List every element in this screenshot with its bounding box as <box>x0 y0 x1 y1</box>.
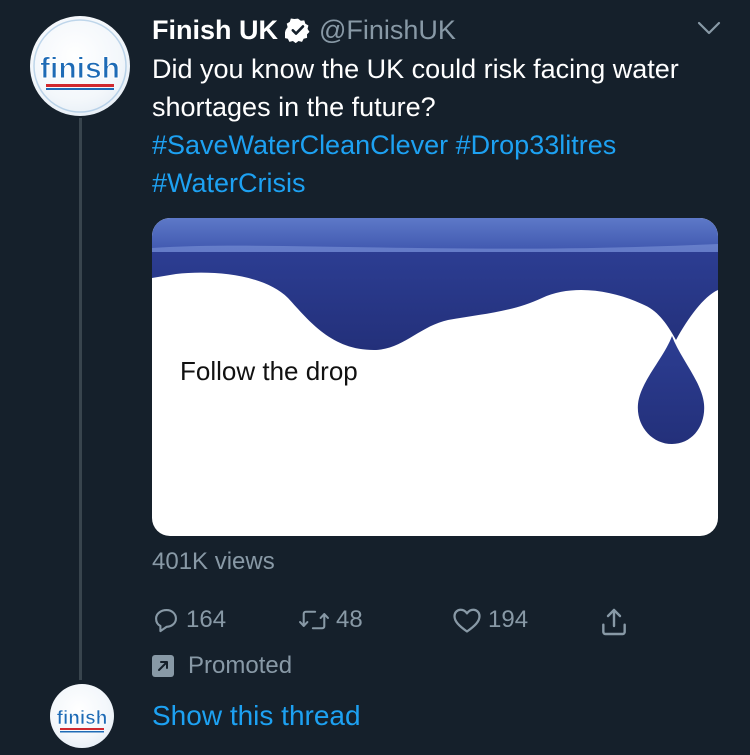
reply-count: 164 <box>186 606 227 633</box>
like-button[interactable]: 194 <box>452 606 528 634</box>
hashtag-link[interactable]: #SaveWaterCleanClever <box>152 130 448 160</box>
tweet-media[interactable]: Follow the drop <box>152 218 718 536</box>
like-count: 194 <box>488 606 529 633</box>
promoted-label[interactable]: Promoted <box>152 652 292 680</box>
tweet-text: Did you know the UK could risk facing wa… <box>152 50 722 202</box>
share-icon <box>602 608 626 636</box>
share-button[interactable] <box>598 606 630 638</box>
show-thread-link[interactable]: Show this thread <box>152 700 361 732</box>
view-count: 401K views <box>152 548 275 575</box>
tweet-body: Did you know the UK could risk facing wa… <box>152 54 679 122</box>
thread-line <box>79 118 82 680</box>
hashtag-link[interactable]: #WaterCrisis <box>152 168 306 198</box>
finish-logo-text: finish <box>40 52 120 85</box>
finish-logo-text: finish <box>57 708 108 729</box>
author-avatar[interactable]: finish <box>30 16 130 116</box>
finish-logo: finish <box>56 708 108 733</box>
retweet-button[interactable]: 48 <box>298 606 363 634</box>
promoted-arrow-icon <box>152 655 174 677</box>
retweet-count: 48 <box>336 606 363 633</box>
author-name[interactable]: Finish UK <box>152 15 278 46</box>
verified-badge-icon <box>285 18 310 43</box>
reply-button[interactable]: 164 <box>152 606 226 634</box>
thread-avatar[interactable]: finish <box>50 684 114 748</box>
chevron-down-icon[interactable] <box>695 18 723 38</box>
heart-icon <box>453 608 481 633</box>
retweet-icon <box>299 610 329 630</box>
reply-icon <box>155 609 177 633</box>
promoted-text: Promoted <box>188 652 293 679</box>
tweet-header: Finish UK @FinishUK <box>152 12 456 48</box>
author-handle[interactable]: @FinishUK <box>319 15 456 46</box>
media-caption: Follow the drop <box>180 356 358 386</box>
finish-logo: finish <box>33 19 127 113</box>
hashtag-link[interactable]: #Drop33litres <box>456 130 617 160</box>
